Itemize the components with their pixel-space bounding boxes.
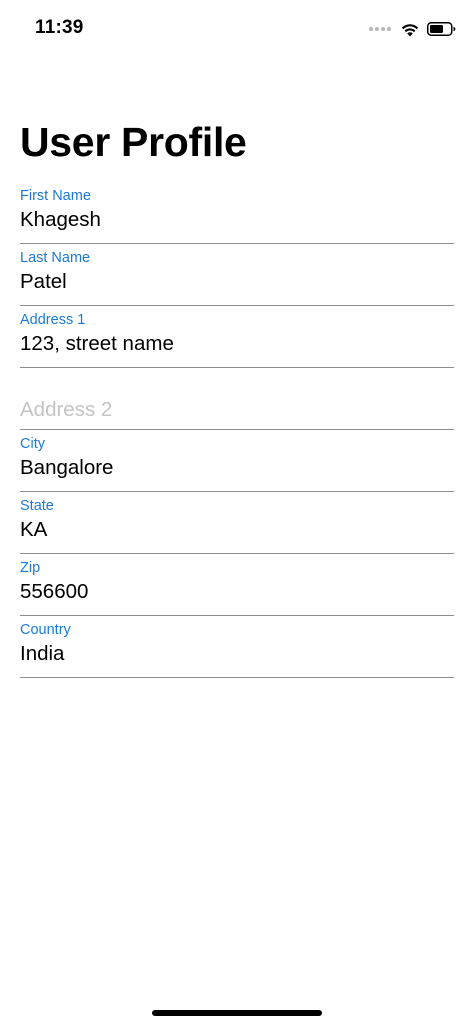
last-name-field[interactable]: Last Name Patel: [20, 244, 454, 306]
zip-input[interactable]: 556600: [20, 579, 88, 605]
zip-field[interactable]: Zip 556600: [20, 554, 454, 616]
last-name-input[interactable]: Patel: [20, 269, 67, 295]
city-field[interactable]: City Bangalore: [20, 430, 454, 492]
city-label: City: [20, 436, 45, 452]
city-input[interactable]: Bangalore: [20, 455, 113, 481]
battery-icon: [427, 22, 456, 36]
status-time: 11:39: [35, 17, 84, 38]
address-1-field[interactable]: Address 1 123, street name: [20, 306, 454, 368]
status-bar: 11:39: [0, 0, 474, 58]
country-input[interactable]: India: [20, 641, 64, 667]
address-2-input[interactable]: Address 2: [20, 397, 112, 423]
wifi-icon: [401, 23, 419, 36]
address-1-label: Address 1: [20, 312, 86, 328]
country-label: Country: [20, 622, 71, 638]
page-title: User Profile: [20, 119, 247, 165]
address-2-field[interactable]: Address 2: [20, 368, 454, 430]
first-name-input[interactable]: Khagesh: [20, 207, 101, 233]
state-label: State: [20, 498, 54, 514]
status-icons: [369, 18, 456, 40]
first-name-label: First Name: [20, 188, 91, 204]
first-name-field[interactable]: First Name Khagesh: [20, 182, 454, 244]
last-name-label: Last Name: [20, 250, 91, 266]
state-input[interactable]: KA: [20, 517, 47, 543]
address-1-input[interactable]: 123, street name: [20, 331, 174, 357]
country-field[interactable]: Country India: [20, 616, 454, 678]
cellular-signal-icon: [369, 27, 391, 31]
home-indicator[interactable]: [152, 1010, 322, 1016]
state-field[interactable]: State KA: [20, 492, 454, 554]
zip-label: Zip: [20, 560, 41, 576]
